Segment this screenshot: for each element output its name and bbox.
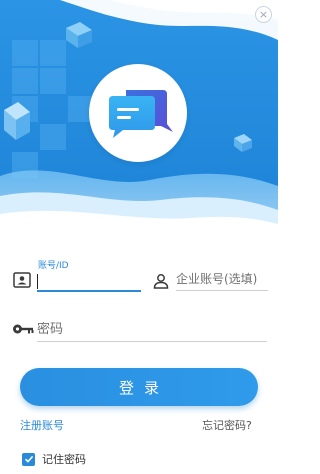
close-icon: × — [258, 8, 269, 21]
close-button[interactable]: × — [255, 6, 272, 23]
remember-password-label: 记住密码 — [42, 453, 86, 466]
forgot-password-link[interactable]: 忘记密码? — [202, 417, 252, 433]
remember-password-checkbox[interactable] — [22, 452, 35, 466]
chat-bubbles-icon — [109, 90, 173, 138]
person-icon — [153, 274, 169, 289]
register-link[interactable]: 注册账号 — [20, 417, 64, 433]
company-account-input[interactable] — [176, 272, 268, 291]
key-icon — [13, 324, 34, 334]
header-banner: × — [0, 0, 278, 235]
text-cursor — [37, 274, 38, 289]
id-card-icon — [13, 272, 31, 288]
account-input[interactable] — [37, 271, 141, 292]
account-label: 账号/ID — [38, 261, 69, 271]
login-button[interactable]: 登录 — [20, 368, 258, 406]
remember-password: 记住密码 — [22, 451, 86, 467]
check-icon — [24, 455, 33, 463]
password-input[interactable] — [37, 322, 267, 342]
app-logo — [89, 64, 187, 162]
